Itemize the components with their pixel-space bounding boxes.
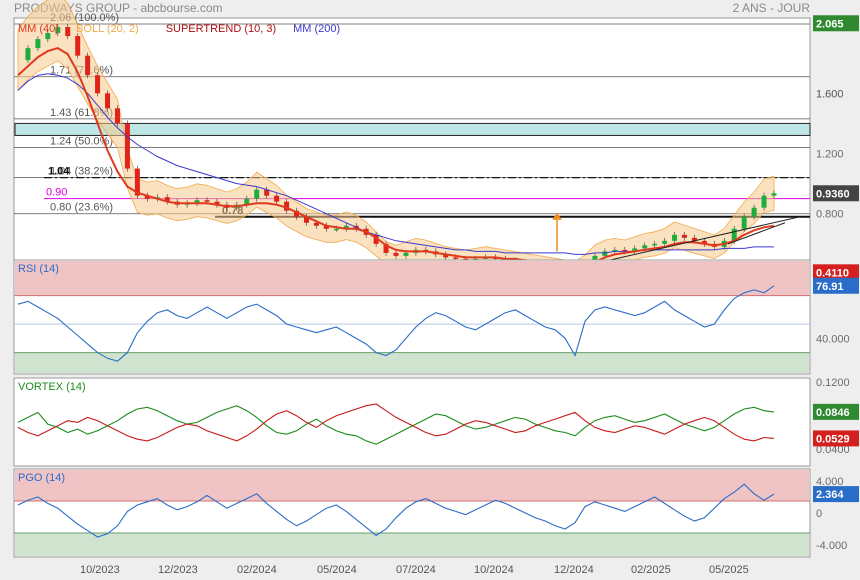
candle <box>124 123 130 169</box>
candle <box>453 257 459 259</box>
candle <box>95 75 101 94</box>
candle <box>662 240 668 244</box>
candle <box>761 195 767 208</box>
x-axis-label: 02/2025 <box>631 564 671 576</box>
candle <box>672 234 678 241</box>
candle <box>313 222 319 226</box>
candle <box>652 243 658 246</box>
candle <box>85 55 91 76</box>
legend-item: BOLL (20, 2) <box>76 23 139 35</box>
candle <box>65 27 71 37</box>
price-y-tick: 1.200 <box>816 149 844 161</box>
x-axis-label: 10/2024 <box>474 564 514 576</box>
candle <box>25 48 31 61</box>
price-y-tick: 1.600 <box>816 88 844 100</box>
pgo-oversold-zone <box>15 533 809 556</box>
x-axis-label: 12/2024 <box>554 564 594 576</box>
level-label: 1.04 <box>48 166 70 178</box>
candle <box>393 252 399 256</box>
price-y-tick: 0.800 <box>816 209 844 221</box>
pgo-overbought-zone <box>15 470 809 501</box>
vortex-title: VORTEX (14) <box>18 381 86 393</box>
candle <box>204 200 210 202</box>
pgo-title: PGO (14) <box>18 472 65 484</box>
candle <box>35 39 41 49</box>
candle <box>274 195 280 202</box>
candle <box>75 36 81 56</box>
rsi-badge: 76.91 <box>816 281 844 293</box>
candle <box>741 216 747 229</box>
legend-item: MM (40) <box>18 23 59 35</box>
x-axis-label: 05/2025 <box>709 564 749 576</box>
x-axis-label: 10/2023 <box>80 564 120 576</box>
candle <box>642 245 648 249</box>
candle <box>254 189 260 199</box>
vortex-plus-badge: 0.0846 <box>816 407 850 419</box>
chart-canvas: 1.6001.2000.8000.4002.06 (100.0%)1.71 (7… <box>13 0 859 576</box>
x-axis-label: 07/2024 <box>396 564 436 576</box>
price-badge: 2.065 <box>816 18 844 30</box>
price-badge: 0.9360 <box>816 188 850 200</box>
level-label: 0.90 <box>46 187 67 199</box>
candle <box>771 193 777 196</box>
price-badge: 0.4110 <box>816 267 849 279</box>
rsi-oversold-zone <box>15 352 809 373</box>
pgo-y-tick: 0 <box>816 508 822 520</box>
legend-item: SUPERTREND (10, 3) <box>166 23 276 35</box>
candle <box>751 207 757 217</box>
x-axis-label: 02/2024 <box>237 564 277 576</box>
rsi-y-tick: 40.000 <box>816 333 850 345</box>
pgo-badge: 2.364 <box>816 489 844 501</box>
rsi-title: RSI (14) <box>18 263 59 275</box>
legend-item: MM (200) <box>293 23 340 35</box>
candle <box>333 228 339 231</box>
x-axis-label: 12/2023 <box>158 564 198 576</box>
pgo-y-tick: -4.000 <box>816 540 847 552</box>
candle <box>403 252 409 256</box>
candle <box>681 234 687 238</box>
x-axis-label: 05/2024 <box>317 564 357 576</box>
candle <box>105 93 111 109</box>
vortex-minus-badge: 0.0529 <box>816 433 850 445</box>
candle <box>602 251 608 256</box>
candle <box>114 108 120 124</box>
resistance-zone <box>14 122 811 136</box>
rsi-overbought-zone <box>15 261 809 296</box>
fibonacci-label: 0.80 (23.6%) <box>50 202 113 214</box>
vortex-y-tick: 0.1200 <box>816 377 850 389</box>
